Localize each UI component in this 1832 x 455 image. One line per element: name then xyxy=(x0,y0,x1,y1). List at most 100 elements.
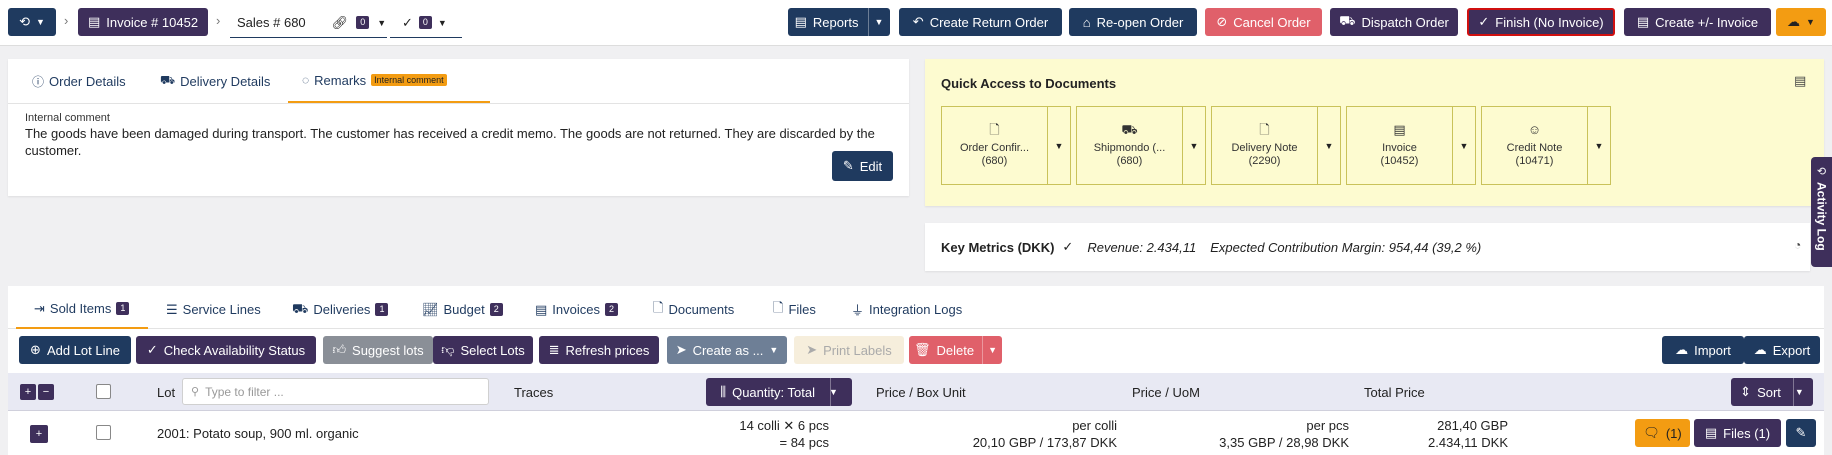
reports-button[interactable]: ▤ Reports ▼ xyxy=(788,8,890,36)
export-button[interactable]: ☁ Export xyxy=(1744,336,1820,364)
invoice-icon: ▤ xyxy=(535,301,548,317)
row-checkbox[interactable] xyxy=(96,425,111,440)
expand-row-icon[interactable]: + xyxy=(30,425,48,443)
breadcrumb-sales[interactable]: Sales # 680 🔗︎ 0 ▼ xyxy=(230,8,387,38)
edit-row-button[interactable]: ✎ xyxy=(1786,419,1816,447)
edit-remark-button[interactable]: ✎ Edit xyxy=(832,151,893,181)
tab-deliveries[interactable]: ⛟ Deliveries 1 xyxy=(292,290,389,329)
import-button[interactable]: ☁ Import xyxy=(1662,336,1744,364)
breadcrumb-invoice[interactable]: ▤ Invoice # 10452 xyxy=(78,8,208,36)
document-icon: 🗋︎ xyxy=(989,122,1000,137)
expand-all-icon[interactable]: + xyxy=(20,384,36,400)
doc-card-order-confirmation[interactable]: 🗋︎ Order Confir... (680) ▼ xyxy=(941,106,1071,185)
remark-text: The goods have been damaged during trans… xyxy=(25,126,875,158)
sort-button[interactable]: ⇕ Sort ▼ xyxy=(1731,378,1813,406)
document-icon: ▤ xyxy=(87,14,101,29)
create-as-button[interactable]: ➤ Create as ... ▼ xyxy=(667,336,787,364)
prices-icon: ≣ xyxy=(548,342,560,357)
finish-no-invoice-button[interactable]: ✓ Finish (No Invoice) xyxy=(1467,8,1615,36)
chevron-down-icon[interactable]: ▼ xyxy=(1452,107,1475,184)
sliders-icon: ⫼ xyxy=(720,384,727,399)
tab-sold-items[interactable]: ⇥ Sold Items 1 xyxy=(16,290,148,329)
collapse-all-icon[interactable]: − xyxy=(38,384,54,400)
send-icon: ➤ xyxy=(675,342,687,357)
tab-service-lines[interactable]: ☰ Service Lines xyxy=(166,290,261,329)
row-box-line1: per colli xyxy=(1072,418,1117,433)
expand-collapse-group[interactable]: + − xyxy=(20,384,54,400)
document-icon: 🗋︎ xyxy=(653,299,664,315)
tab-integration-logs[interactable]: ⏚ Integration Logs xyxy=(851,290,962,329)
doc-card-delivery-note[interactable]: 🗋︎ Delivery Note (2290) ▼ xyxy=(1211,106,1341,185)
refresh-prices-button[interactable]: ≣ Refresh prices xyxy=(539,336,659,364)
doc-open[interactable]: 🗋︎ Order Confir... (680) xyxy=(942,107,1047,184)
chevron-down-icon: ▼ xyxy=(377,17,387,28)
files-button[interactable]: ▤ Files (1) xyxy=(1694,419,1781,447)
thumbs-down-icon: 👎︎ xyxy=(441,342,455,357)
activity-log-tab[interactable]: ⟲ Activity Log xyxy=(1811,157,1832,267)
tab-files[interactable]: 🗋︎ Files xyxy=(773,290,816,329)
dispatch-order-button[interactable]: ⛟ Dispatch Order xyxy=(1330,8,1458,36)
create-return-order-button[interactable]: ↶ Create Return Order xyxy=(899,8,1062,36)
chevron-down-icon[interactable]: ▼ xyxy=(1182,107,1205,184)
undo-icon: ↶ xyxy=(912,14,924,29)
doc-open[interactable]: ☺ Credit Note (10471) xyxy=(1482,107,1587,184)
invoice-icon: ▤ xyxy=(1393,122,1406,137)
chevron-down-icon[interactable]: ▼ xyxy=(1317,107,1340,184)
dispatch-icon: ⛟ xyxy=(1339,13,1356,28)
doc-open[interactable]: 🗋︎ Delivery Note (2290) xyxy=(1212,107,1317,184)
suggest-lots-button[interactable]: 👍︎ Suggest lots xyxy=(323,336,433,364)
tab-budget[interactable]: 📈︎ Budget 2 xyxy=(422,290,503,329)
select-all-checkbox[interactable] xyxy=(96,384,111,399)
doc-card-invoice[interactable]: ▤ Invoice (10452) ▼ xyxy=(1346,106,1476,185)
reopen-order-button[interactable]: ⌂ Re-open Order xyxy=(1069,8,1197,36)
chevron-down-icon[interactable]: ▼ xyxy=(1047,107,1070,184)
cloud-upload-button[interactable]: ☁ ▼ xyxy=(1776,8,1826,36)
comments-button[interactable]: 🗨︎ (1) xyxy=(1635,419,1690,447)
checks-dropdown[interactable]: ✓ 0 ▼ xyxy=(390,8,462,38)
quantity-total-button[interactable]: ⫼ Quantity: Total ▼ xyxy=(706,378,852,406)
building-icon: ⌂ xyxy=(1082,14,1091,30)
doc-card-shipmondo[interactable]: ⛟ Shipmondo (... (680) ▼ xyxy=(1076,106,1206,185)
lot-filter-input[interactable]: ⚲ Type to filter ... xyxy=(182,378,489,405)
chevron-down-icon[interactable]: ▼ xyxy=(1587,107,1610,184)
create-invoice-button[interactable]: ▤ Create +/- Invoice xyxy=(1624,8,1771,36)
chart-icon: 📈︎ xyxy=(422,301,439,317)
row-lot: 2001: Potato soup, 900 ml. organic xyxy=(157,426,359,441)
plug-icon: ⏚ xyxy=(851,303,865,318)
tab-invoices[interactable]: ▤ Invoices 2 xyxy=(535,290,619,329)
history-button[interactable]: ⟲ ▼ xyxy=(8,8,56,36)
document-icon[interactable]: ▤ xyxy=(1794,73,1806,89)
search-icon: ⚲ xyxy=(191,386,200,398)
tab-documents[interactable]: 🗋︎ Documents xyxy=(653,290,734,329)
delete-button[interactable]: 🗑︎ Delete ▼ xyxy=(909,336,1002,364)
document-icon: ▤ xyxy=(794,14,807,29)
tab-order-details[interactable]: ⓘ Order Details xyxy=(32,59,126,103)
chevron-down-icon: ▼ xyxy=(35,17,45,27)
print-labels-button[interactable]: ➤ Print Labels xyxy=(794,336,904,364)
comment-icon: ◌ xyxy=(302,73,310,87)
comments-icon: 🗨︎ xyxy=(1643,425,1660,440)
tab-delivery-details[interactable]: ⛟ Delivery Details xyxy=(160,59,270,103)
doc-open[interactable]: ▤ Invoice (10452) xyxy=(1347,107,1452,184)
check-icon: ✓ xyxy=(146,342,158,357)
doc-open[interactable]: ⛟ Shipmondo (... (680) xyxy=(1077,107,1182,184)
doc-card-credit-note[interactable]: ☺ Credit Note (10471) ▼ xyxy=(1481,106,1611,185)
cancel-order-button[interactable]: ⊘ Cancel Order xyxy=(1205,8,1322,36)
tab-remarks[interactable]: ◌ Remarks Internal comment xyxy=(288,59,490,103)
order-info-panel: ⓘ Order Details ⛟ Delivery Details ◌ Remark… xyxy=(8,59,909,196)
document-icon: 🗋︎ xyxy=(1259,122,1270,137)
select-lots-button[interactable]: 👎︎ Select Lots xyxy=(433,336,533,364)
history-icon: ⟲ xyxy=(1816,166,1827,178)
ban-icon: ⊘ xyxy=(1216,14,1228,29)
table-header: + − Lot ⚲ Type to filter ... Traces ⫼ Qua… xyxy=(8,373,1824,411)
check-availability-button[interactable]: ✓ Check Availability Status xyxy=(136,336,316,364)
add-lot-line-button[interactable]: ⊕ Add Lot Line xyxy=(19,336,131,364)
breadcrumb-separator-icon: › xyxy=(64,13,69,28)
table-row[interactable]: + 2001: Potato soup, 900 ml. organic 14 … xyxy=(8,411,1824,455)
tabs-divider xyxy=(8,103,909,104)
row-uom-line2: 3,35 GBP / 28,98 DKK xyxy=(1219,435,1349,450)
cloud-download-icon: ☁ xyxy=(1753,342,1767,357)
row-uom-line1: per pcs xyxy=(1306,418,1349,433)
dashboard-icon[interactable]: ◔ xyxy=(1794,238,1801,252)
col-lot: Lot xyxy=(157,385,176,400)
